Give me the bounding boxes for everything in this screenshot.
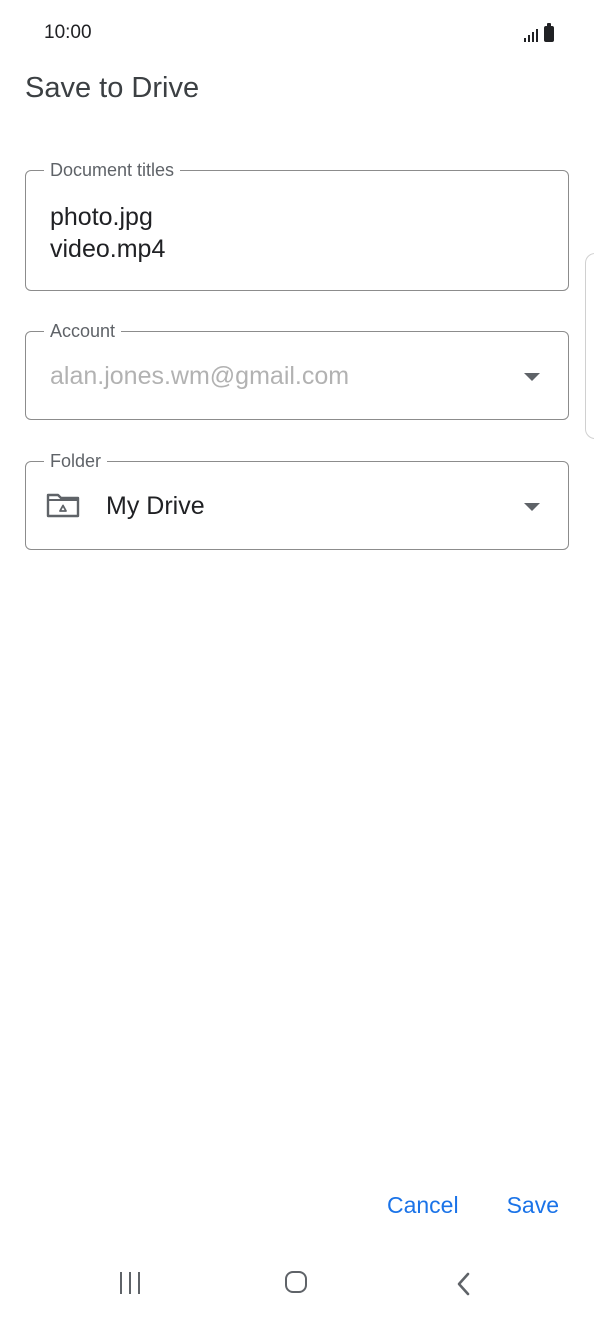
signal-icon [524, 28, 538, 42]
document-titles-field[interactable]: Document titles photo.jpg video.mp4 [25, 159, 569, 291]
home-icon[interactable] [285, 1271, 307, 1293]
dialog-buttons: Cancel Save [387, 1190, 559, 1220]
status-icons [524, 22, 554, 42]
document-title-item: video.mp4 [50, 235, 166, 263]
folder-label: Folder [44, 450, 108, 472]
folder-value: My Drive [106, 492, 205, 520]
account-value: alan.jones.wm@gmail.com [50, 362, 350, 390]
chevron-down-icon[interactable] [524, 503, 540, 511]
chevron-down-icon[interactable] [524, 373, 540, 381]
account-dropdown[interactable]: Account alan.jones.wm@gmail.com [25, 320, 569, 420]
folder-dropdown[interactable]: Folder My Drive [25, 450, 569, 550]
dialog-title: Save to Drive [25, 72, 200, 104]
drive-folder-icon [46, 493, 80, 518]
recents-icon[interactable] [120, 1272, 140, 1294]
document-title-item: photo.jpg [50, 203, 153, 231]
back-icon[interactable] [455, 1272, 473, 1296]
status-bar: 10:00 [0, 0, 594, 66]
document-titles-list: photo.jpg video.mp4 [50, 201, 165, 265]
battery-icon [544, 23, 554, 42]
navigation-bar [0, 1248, 594, 1320]
cancel-button[interactable]: Cancel [387, 1190, 459, 1220]
edge-panel-handle[interactable] [585, 253, 594, 439]
status-time: 10:00 [44, 22, 92, 43]
document-titles-label: Document titles [44, 159, 181, 181]
save-button[interactable]: Save [507, 1190, 559, 1220]
account-label: Account [44, 320, 122, 342]
